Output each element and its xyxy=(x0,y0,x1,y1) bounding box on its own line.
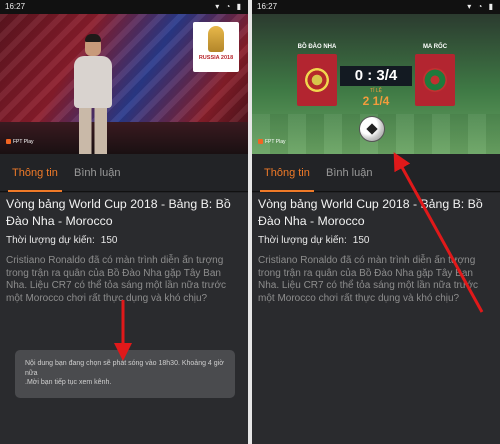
morocco-flag-icon xyxy=(415,54,455,106)
program-title: Vòng bảng World Cup 2018 - Bảng B: Bồ Đà… xyxy=(258,197,483,228)
info-panel: Vòng bảng World Cup 2018 - Bảng B: Bồ Đà… xyxy=(0,193,248,444)
fpt-logo-icon xyxy=(258,139,263,145)
status-icons: ▾ ◔ ▮ xyxy=(467,2,495,11)
status-time: 16:27 xyxy=(257,2,278,11)
tab-info[interactable]: Thông tin xyxy=(8,154,62,192)
tab-comments[interactable]: Bình luận xyxy=(326,154,372,192)
duration-label: Thời lượng dự kiến: xyxy=(6,235,95,246)
world-cup-logo: RUSSIA 2018 xyxy=(193,22,239,72)
status-time: 16:27 xyxy=(5,2,26,11)
team-a-name: BỒ ĐÀO NHA xyxy=(297,44,337,50)
status-icons: ▾ ◔ ▮ xyxy=(215,2,243,11)
tab-bar: Thông tin Bình luận xyxy=(252,154,500,192)
program-title: Vòng bảng World Cup 2018 - Bảng B: Bồ Đà… xyxy=(6,197,231,228)
score: 0 : 3/4 xyxy=(340,66,412,86)
video-player[interactable]: BỒ ĐÀO NHA MA RỐC 0 : 3/4 TỈ LỆ 2 1/4 FP… xyxy=(252,14,500,154)
duration-value: 150 xyxy=(100,235,118,246)
channel-watermark: FPT Play xyxy=(6,139,33,145)
logo-text: RUSSIA 2018 xyxy=(198,55,234,61)
program-description: Cristiano Ronaldo đã có màn trình diễn ấ… xyxy=(6,255,227,304)
duration-row: Thời lượng dự kiến: 150 xyxy=(258,235,369,246)
portugal-flag-icon xyxy=(297,54,337,106)
presenter-figure xyxy=(70,34,116,154)
tab-bar: Thông tin Bình luận xyxy=(0,154,248,192)
program-description: Cristiano Ronaldo đã có màn trình diễn ấ… xyxy=(258,255,479,304)
right-screen: 16:27 ▾ ◔ ▮ BỒ ĐÀO NHA MA RỐC 0 : 3/4 TỈ… xyxy=(252,0,500,444)
match-scoreboard: BỒ ĐÀO NHA MA RỐC 0 : 3/4 TỈ LỆ 2 1/4 xyxy=(292,44,460,120)
channel-watermark: FPT Play xyxy=(258,139,285,145)
team-b-name: MA RỐC xyxy=(422,44,448,50)
schedule-toast: Nội dung bạn đang chọn sẽ phát sóng vào … xyxy=(15,350,235,398)
tab-info[interactable]: Thông tin xyxy=(260,154,314,192)
info-panel: Vòng bảng World Cup 2018 - Bảng B: Bồ Đà… xyxy=(252,193,500,444)
duration-row: Thời lượng dự kiến: 150 xyxy=(6,235,117,246)
tab-comments[interactable]: Bình luận xyxy=(74,154,120,192)
left-screen: 16:27 ▾ ◔ ▮ RUSSIA 2018 FPT Play Thông t… xyxy=(0,0,248,444)
toast-line-2: .Mời bạn tiếp tục xem kênh. xyxy=(25,379,112,386)
status-bar: 16:27 ▾ ◔ ▮ xyxy=(252,0,500,14)
trophy-icon xyxy=(208,26,224,52)
toast-line-1: Nội dung bạn đang chọn sẽ phát sóng vào … xyxy=(25,360,224,377)
score-sub-value: 2 1/4 xyxy=(362,94,390,108)
fpt-logo-icon xyxy=(6,139,11,145)
duration-label: Thời lượng dự kiến: xyxy=(258,235,347,246)
duration-value: 150 xyxy=(352,235,370,246)
status-bar: 16:27 ▾ ◔ ▮ xyxy=(0,0,248,14)
football-icon xyxy=(359,116,385,142)
video-player[interactable]: RUSSIA 2018 FPT Play xyxy=(0,14,248,154)
